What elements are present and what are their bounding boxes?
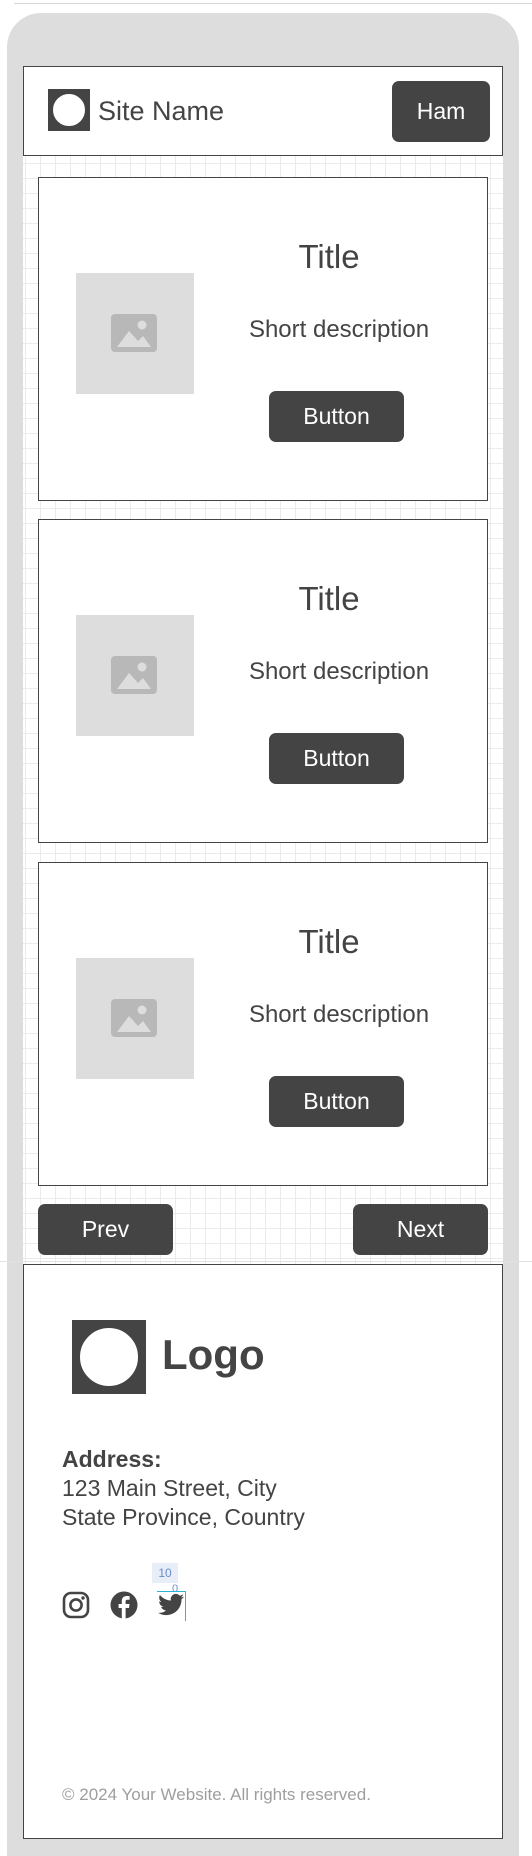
spacing-marker-label: 10 [152, 1563, 178, 1583]
spacing-guide-line [157, 1591, 185, 1592]
image-placeholder [76, 958, 194, 1079]
content-card: Title Short description Button [38, 519, 488, 843]
card-button[interactable]: Button [269, 1076, 404, 1127]
card-description: Short description [248, 658, 430, 685]
next-button[interactable]: Next [353, 1204, 488, 1255]
twitter-icon[interactable] [157, 1591, 185, 1619]
footer-logo-icon[interactable] [72, 1320, 146, 1394]
site-header: Site Name Ham [23, 66, 503, 156]
image-icon [111, 314, 157, 352]
site-logo-icon[interactable] [48, 89, 90, 131]
address-line: 123 Main Street, City [62, 1475, 277, 1501]
card-title: Title [298, 580, 360, 617]
image-placeholder [76, 273, 194, 394]
card-button[interactable]: Button [269, 733, 404, 784]
card-title: Title [298, 923, 360, 960]
footer-logo-text[interactable]: Logo [162, 1331, 265, 1379]
copyright-text: © 2024 Your Website. All rights reserved… [62, 1785, 371, 1804]
card-description: Short description [248, 1001, 430, 1028]
address-label: Address: [62, 1446, 162, 1472]
facebook-icon[interactable] [110, 1591, 138, 1619]
site-name[interactable]: Site Name [98, 95, 224, 127]
card-description: Short description [248, 316, 430, 343]
card-button[interactable]: Button [269, 391, 404, 442]
hamburger-menu-button[interactable]: Ham [392, 81, 490, 142]
prev-button[interactable]: Prev [38, 1204, 173, 1255]
address-line: State Province, Country [62, 1504, 305, 1530]
image-icon [111, 656, 157, 694]
card-title: Title [298, 238, 360, 275]
site-footer: Logo Address: 123 Main Street, City Stat… [23, 1264, 503, 1839]
image-placeholder [76, 615, 194, 736]
content-card: Title Short description Button [38, 177, 488, 501]
section-divider [0, 1261, 532, 1262]
instagram-icon[interactable] [62, 1591, 90, 1619]
spacing-guide-line [185, 1591, 186, 1621]
spacing-marker-offset: 0 [172, 1583, 179, 1595]
content-card: Title Short description Button [38, 862, 488, 1186]
image-icon [111, 999, 157, 1037]
top-divider [14, 3, 532, 4]
